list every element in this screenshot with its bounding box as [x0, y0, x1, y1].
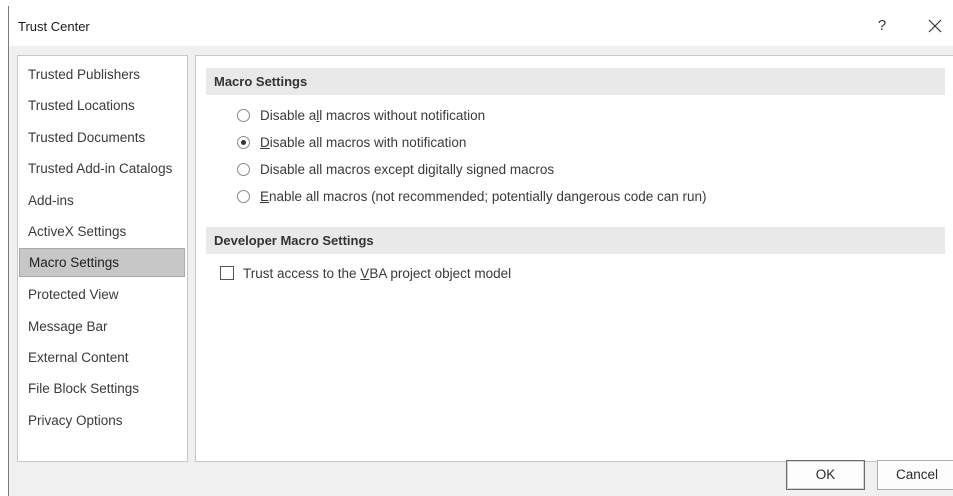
trust-vba-checkbox[interactable]: [220, 266, 234, 281]
nav-item-activex-settings[interactable]: ActiveX Settings: [19, 217, 185, 246]
macro-settings-header: Macro Settings: [206, 68, 945, 95]
checkbox-label: Trust access to the VBA project object m…: [243, 266, 512, 281]
nav-item-trusted-documents[interactable]: Trusted Documents: [19, 123, 185, 152]
trust-vba-access-option[interactable]: Trust access to the VBA project object m…: [220, 264, 511, 284]
nav-item-trusted-publishers[interactable]: Trusted Publishers: [19, 60, 185, 89]
nav-item-external-content[interactable]: External Content: [19, 343, 185, 372]
radio-enable-all-macros[interactable]: Enable all macros (not recommended; pote…: [237, 187, 707, 207]
nav-item-trusted-locations[interactable]: Trusted Locations: [19, 91, 185, 120]
radio-disable-all-with-notification[interactable]: Disable all macros with notification: [237, 133, 466, 153]
category-nav: Trusted Publishers Trusted Locations Tru…: [17, 55, 188, 462]
settings-panel: Macro Settings Disable all macros withou…: [195, 55, 953, 462]
option-label: Disable all macros without notification: [260, 108, 486, 123]
trust-center-dialog: Trust Center ? Trusted Publishers Truste…: [8, 6, 953, 496]
nav-item-file-block-settings[interactable]: File Block Settings: [19, 374, 185, 403]
radio-button[interactable]: [237, 189, 250, 203]
radio-button-selected[interactable]: [237, 135, 250, 149]
nav-item-message-bar[interactable]: Message Bar: [19, 312, 185, 341]
close-icon: [928, 19, 942, 33]
nav-item-macro-settings[interactable]: Macro Settings: [19, 248, 185, 277]
option-label: Disable all macros with notification: [260, 135, 467, 150]
nav-item-trusted-addin-catalogs[interactable]: Trusted Add-in Catalogs: [19, 154, 185, 183]
nav-item-protected-view[interactable]: Protected View: [19, 280, 185, 309]
help-button[interactable]: ?: [871, 14, 893, 38]
nav-item-addins[interactable]: Add-ins: [19, 186, 185, 215]
radio-disable-except-signed[interactable]: Disable all macros except digitally sign…: [237, 160, 554, 180]
radio-button[interactable]: [237, 162, 250, 176]
developer-macro-settings-header: Developer Macro Settings: [206, 227, 945, 254]
title-bar: Trust Center ?: [9, 6, 953, 46]
close-button[interactable]: [923, 14, 947, 38]
ok-button[interactable]: OK: [786, 460, 865, 490]
nav-item-privacy-options[interactable]: Privacy Options: [19, 406, 185, 435]
option-label: Disable all macros except digitally sign…: [260, 162, 555, 177]
window-title: Trust Center: [18, 19, 90, 34]
radio-disable-all-no-notification[interactable]: Disable all macros without notification: [237, 106, 485, 126]
radio-button[interactable]: [237, 108, 250, 122]
option-label: Enable all macros (not recommended; pote…: [260, 189, 707, 204]
cancel-button[interactable]: Cancel: [877, 460, 953, 490]
